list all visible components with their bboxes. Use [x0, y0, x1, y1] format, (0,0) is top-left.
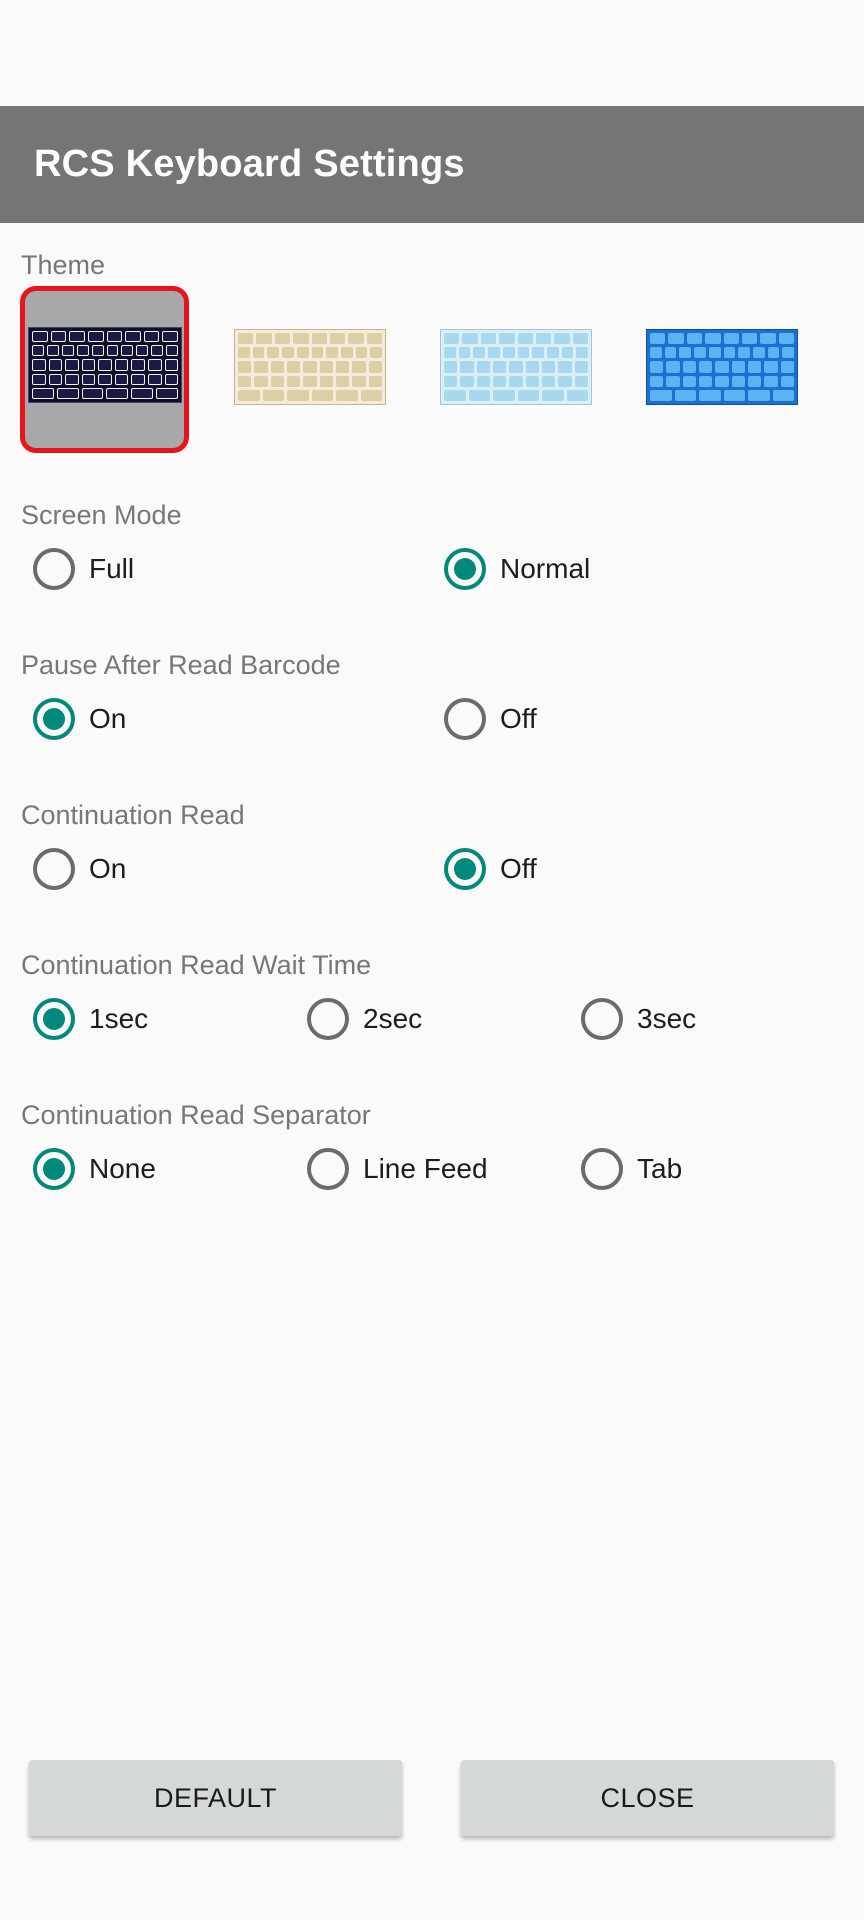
separator-line-feed-option[interactable]: Line Feed: [307, 1139, 488, 1199]
default-button[interactable]: DEFAULT: [29, 1760, 402, 1836]
wait-time-1sec-option[interactable]: 1sec: [33, 989, 148, 1049]
continuation-read-wait-time-label: Continuation Read Wait Time: [21, 950, 372, 980]
continuation-read-on-option[interactable]: On: [33, 839, 126, 899]
pause-after-read-barcode-group: On Off: [0, 689, 864, 749]
pause-off-option[interactable]: Off: [444, 689, 537, 749]
blue-keyboard-theme-preview: [646, 329, 798, 405]
continuation-read-label: Continuation Read: [21, 800, 245, 830]
screen-mode-normal-option[interactable]: Normal: [444, 539, 590, 599]
option-label: None: [89, 1153, 156, 1184]
radio-button[interactable]: [444, 848, 486, 890]
option-label: Full: [89, 553, 135, 584]
option-label: Off: [500, 703, 537, 734]
radio-button[interactable]: [581, 1148, 623, 1190]
separator-tab-option[interactable]: Tab: [581, 1139, 682, 1199]
dark-keyboard-theme-preview: [28, 327, 182, 403]
close-button[interactable]: CLOSE: [461, 1760, 834, 1836]
wait-time-3sec-option[interactable]: 3sec: [581, 989, 696, 1049]
option-label: On: [89, 703, 127, 734]
radio-button[interactable]: [444, 548, 486, 590]
radio-button[interactable]: [581, 998, 623, 1040]
radio-button[interactable]: [307, 1148, 349, 1190]
radio-button[interactable]: [33, 998, 75, 1040]
radio-button[interactable]: [307, 998, 349, 1040]
option-label: 1sec: [89, 1003, 149, 1034]
continuation-read-separator-label: Continuation Read Separator: [21, 1100, 371, 1130]
light-blue-keyboard-theme-preview: [440, 329, 592, 405]
radio-button[interactable]: [33, 1148, 75, 1190]
theme-label: Theme: [21, 250, 106, 280]
theme-option-blue[interactable]: [646, 329, 798, 405]
option-label: Tab: [637, 1153, 683, 1184]
status-bar: [0, 0, 864, 106]
radio-button[interactable]: [33, 698, 75, 740]
page-title: RCS Keyboard Settings: [34, 143, 465, 185]
theme-selector: [0, 282, 864, 454]
option-label: Line Feed: [363, 1153, 488, 1184]
option-label: Normal: [500, 553, 591, 584]
screen-mode-group: Full Normal: [0, 539, 864, 599]
option-label: 2sec: [363, 1003, 423, 1034]
separator-none-option[interactable]: None: [33, 1139, 156, 1199]
pause-on-option[interactable]: On: [33, 689, 126, 749]
radio-button[interactable]: [33, 848, 75, 890]
option-label: On: [89, 853, 127, 884]
wait-time-2sec-option[interactable]: 2sec: [307, 989, 422, 1049]
radio-button[interactable]: [444, 698, 486, 740]
continuation-read-group: On Off: [0, 839, 864, 899]
option-label: Off: [500, 853, 537, 884]
pause-after-read-barcode-label: Pause After Read Barcode: [21, 650, 341, 680]
continuation-read-separator-group: None Line Feed Tab: [0, 1139, 864, 1199]
theme-option-light-blue[interactable]: [440, 329, 592, 405]
continuation-read-off-option[interactable]: Off: [444, 839, 537, 899]
theme-option-dark[interactable]: [20, 286, 189, 453]
theme-option-beige[interactable]: [234, 329, 386, 405]
app-title-bar: RCS Keyboard Settings: [0, 106, 864, 223]
continuation-read-wait-time-group: 1sec 2sec 3sec: [0, 989, 864, 1049]
screen-mode-label: Screen Mode: [21, 500, 182, 530]
beige-keyboard-theme-preview: [234, 329, 386, 405]
option-label: 3sec: [637, 1003, 697, 1034]
radio-button[interactable]: [33, 548, 75, 590]
screen-mode-full-option[interactable]: Full: [33, 539, 134, 599]
